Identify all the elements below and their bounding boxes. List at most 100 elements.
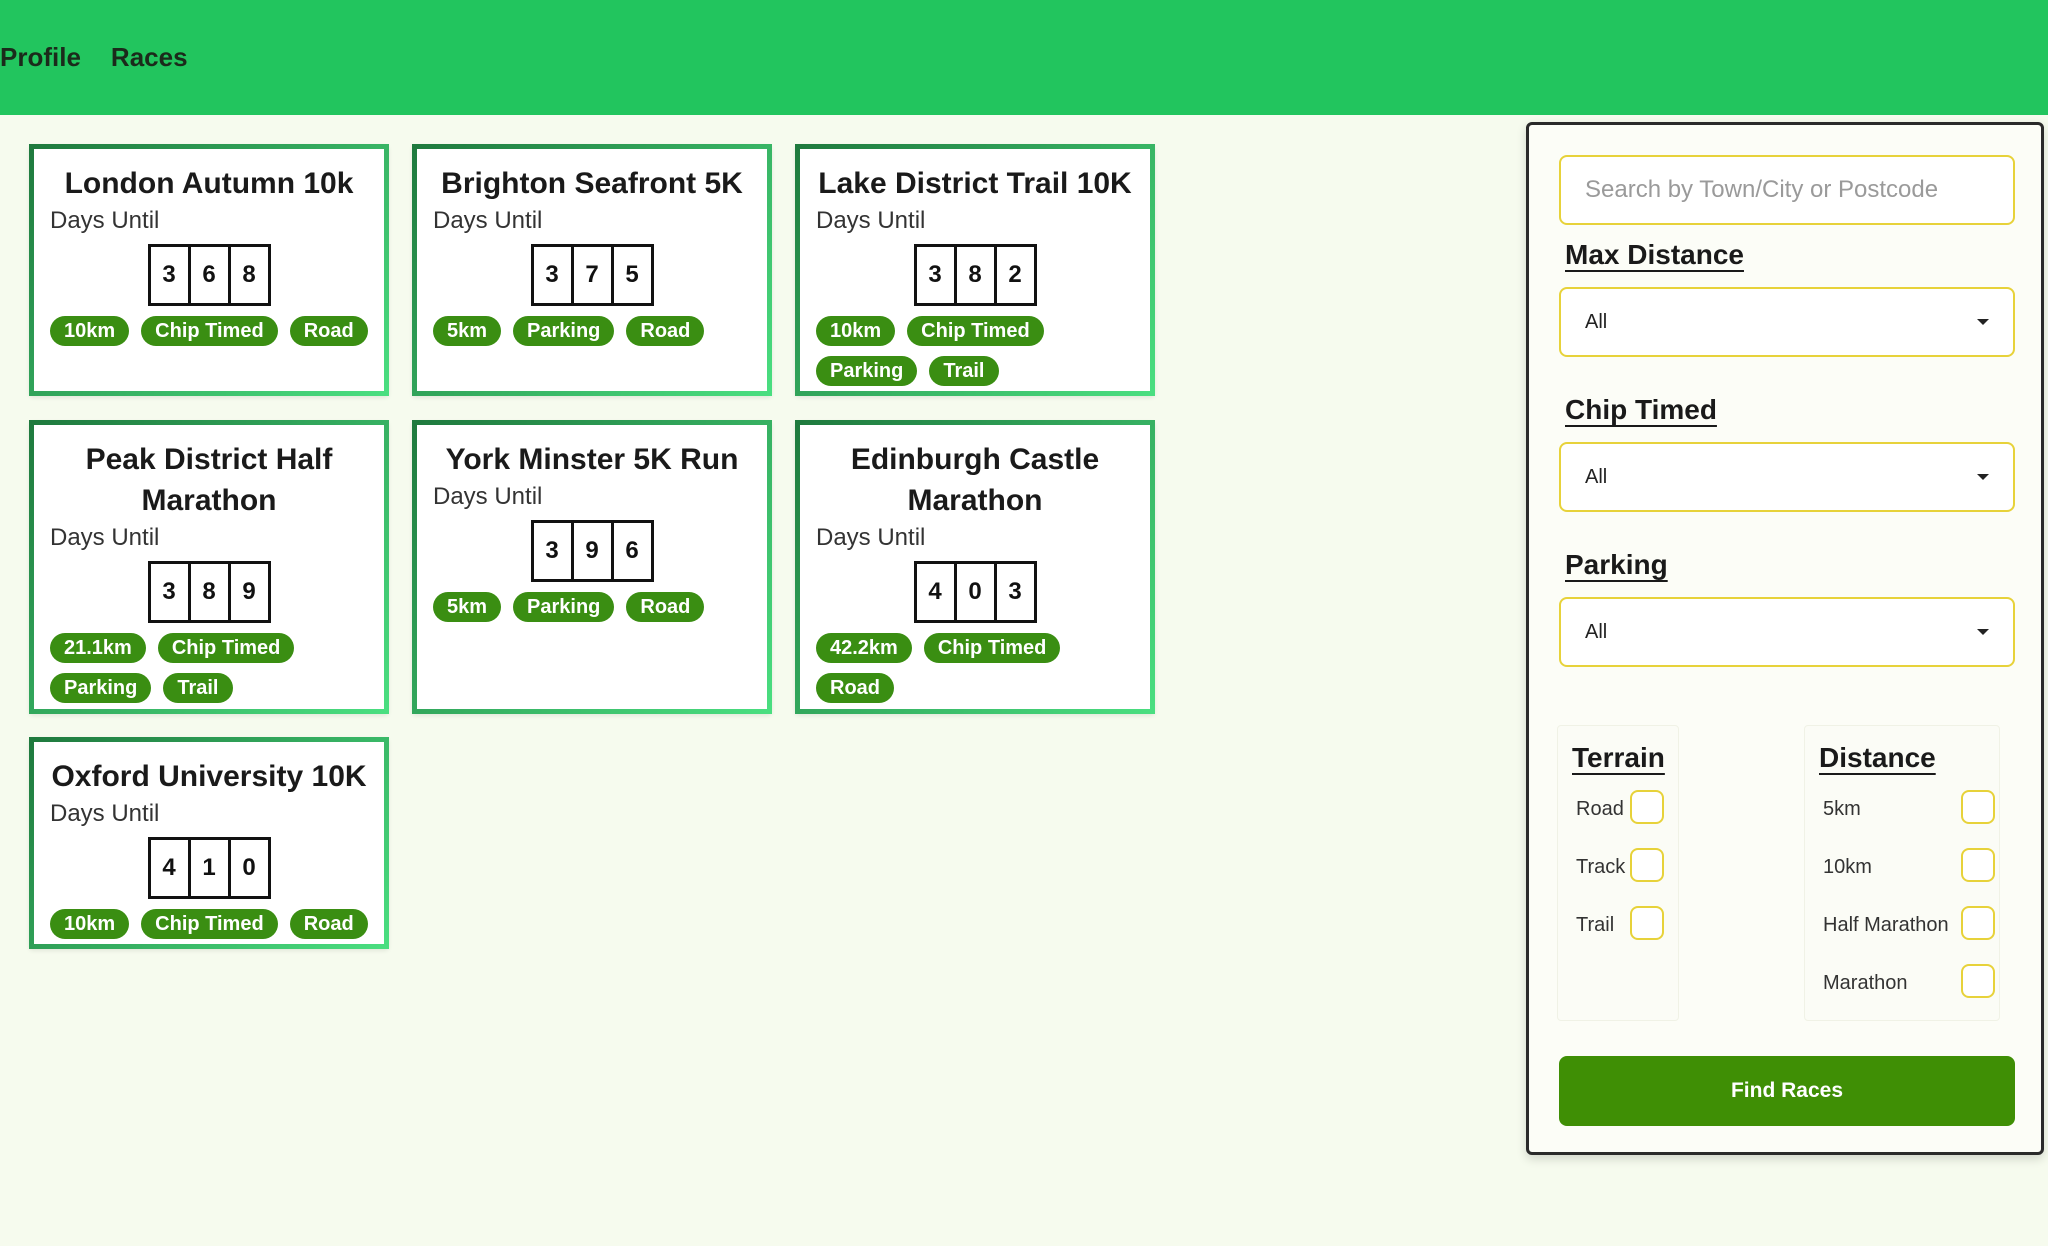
race-card[interactable]: Peak District Half Marathon Days Until 3 8 9… xyxy=(29,420,389,714)
countdown-digit: 8 xyxy=(227,244,271,306)
filter-sidebar: Max Distance All Chip Timed All Parking … xyxy=(1526,122,2044,1155)
countdown-digit: 8 xyxy=(187,561,231,623)
countdown-digit: 6 xyxy=(610,520,654,582)
chevron-down-icon xyxy=(1977,474,1989,480)
distance-filter-panel: Distance 5km 10km Half Marathon Marathon xyxy=(1804,725,2000,1021)
terrain-road-label: Road xyxy=(1576,798,1624,820)
terrain-track-label: Track xyxy=(1576,856,1626,878)
distance-10km-checkbox[interactable] xyxy=(1961,848,1995,882)
terrain-trail-checkbox[interactable] xyxy=(1630,906,1664,940)
race-card[interactable]: Lake District Trail 10K Days Until 3 8 2 10km… xyxy=(795,144,1155,396)
race-tag-badge: Trail xyxy=(163,673,233,703)
parking-value: All xyxy=(1585,620,1608,643)
nav-races-link[interactable]: Races xyxy=(111,42,188,73)
race-tag-badge: Parking xyxy=(513,592,615,622)
countdown-digit: 1 xyxy=(187,837,231,899)
parking-select[interactable]: All xyxy=(1559,597,2015,667)
race-tag-badge: 10km xyxy=(50,909,130,939)
race-tag-badge: Chip Timed xyxy=(141,316,278,346)
terrain-title: Terrain xyxy=(1572,742,1665,773)
race-tags: 10km Chip Timed Parking Trail xyxy=(816,316,1134,386)
race-title: Brighton Seafront 5K xyxy=(441,167,743,200)
countdown-digit: 3 xyxy=(913,244,957,306)
days-until-label: Days Until xyxy=(816,207,926,234)
race-title: Edinburgh Castle Marathon xyxy=(850,443,1100,517)
race-tag-badge: Parking xyxy=(513,316,615,346)
race-tags: 10km Chip Timed Road xyxy=(50,909,368,939)
race-tag-badge: 10km xyxy=(50,316,130,346)
race-tag-badge: 21.1km xyxy=(50,633,146,663)
race-tags: 21.1km Chip Timed Parking Trail xyxy=(50,633,368,703)
distance-half-marathon-checkbox[interactable] xyxy=(1961,906,1995,940)
days-until-label: Days Until xyxy=(433,207,543,234)
countdown-digit: 7 xyxy=(570,244,614,306)
countdown-digit: 0 xyxy=(953,561,997,623)
nav-profile-link[interactable]: Profile xyxy=(0,42,81,73)
race-tag-badge: 5km xyxy=(433,316,502,346)
terrain-trail-label: Trail xyxy=(1576,914,1615,936)
countdown-digit: 3 xyxy=(993,561,1037,623)
chevron-down-icon xyxy=(1977,629,1989,635)
days-until-label: Days Until xyxy=(50,800,160,827)
race-card[interactable]: Brighton Seafront 5K Days Until 3 7 5 5km Park… xyxy=(412,144,772,396)
distance-marathon-checkbox[interactable] xyxy=(1961,964,1995,998)
race-tag-badge: 10km xyxy=(816,316,896,346)
days-until-label: Days Until xyxy=(816,524,926,551)
distance-half-marathon-label: Half Marathon xyxy=(1823,914,1949,936)
race-title: York Minster 5K Run xyxy=(445,443,739,476)
distance-marathon-label: Marathon xyxy=(1823,972,1908,994)
distance-5km-label: 5km xyxy=(1823,798,1861,820)
chevron-down-icon xyxy=(1977,319,1989,325)
location-search-input[interactable] xyxy=(1559,155,2015,225)
race-tags: 5km Parking Road xyxy=(433,592,751,622)
days-until-label: Days Until xyxy=(50,207,160,234)
countdown-digit: 3 xyxy=(147,244,191,306)
days-countdown: 389 xyxy=(50,561,368,623)
countdown-digit: 9 xyxy=(227,561,271,623)
countdown-digit: 4 xyxy=(913,561,957,623)
countdown-digit: 3 xyxy=(147,561,191,623)
distance-title: Distance xyxy=(1819,742,1936,773)
race-tag-badge: Road xyxy=(816,673,894,703)
race-tag-badge: Parking xyxy=(816,356,918,386)
race-tag-badge: 5km xyxy=(433,592,502,622)
days-countdown: 368 xyxy=(50,244,368,306)
terrain-filter-panel: Terrain Road Track Trail xyxy=(1557,725,1679,1021)
race-tag-badge: Road xyxy=(289,316,368,346)
chip-timed-select[interactable]: All xyxy=(1559,442,2015,512)
countdown-digit: 3 xyxy=(530,520,574,582)
terrain-road-checkbox[interactable] xyxy=(1630,790,1664,824)
terrain-track-checkbox[interactable] xyxy=(1630,848,1664,882)
days-countdown: 382 xyxy=(816,244,1134,306)
distance-5km-checkbox[interactable] xyxy=(1961,790,1995,824)
find-races-button[interactable]: Find Races xyxy=(1559,1056,2015,1126)
days-countdown: 410 xyxy=(50,837,368,899)
race-title: Oxford University 10K xyxy=(51,760,367,793)
countdown-digit: 8 xyxy=(953,244,997,306)
days-until-label: Days Until xyxy=(433,483,543,510)
max-distance-select[interactable]: All xyxy=(1559,287,2015,357)
race-title: London Autumn 10k xyxy=(64,167,354,200)
countdown-digit: 2 xyxy=(993,244,1037,306)
race-card[interactable]: Edinburgh Castle Marathon Days Until 4 0 3 42… xyxy=(795,420,1155,714)
days-countdown: 396 xyxy=(433,520,751,582)
race-card[interactable]: London Autumn 10k Days Until 3 6 8 10km Chip T… xyxy=(29,144,389,396)
max-distance-value: All xyxy=(1585,310,1608,333)
countdown-digit: 5 xyxy=(610,244,654,306)
race-tag-badge: 42.2km xyxy=(816,633,912,663)
race-card[interactable]: Oxford University 10K Days Until 4 1 0 10km Ch… xyxy=(29,737,389,949)
chip-timed-value: All xyxy=(1585,465,1608,488)
race-title: Lake District Trail 10K xyxy=(818,167,1132,200)
race-tag-badge: Chip Timed xyxy=(923,633,1061,663)
race-tag-badge: Trail xyxy=(929,356,999,386)
race-tag-badge: Chip Timed xyxy=(907,316,1044,346)
race-card[interactable]: York Minster 5K Run Days Until 3 9 6 5km Parki… xyxy=(412,420,772,714)
countdown-digit: 6 xyxy=(187,244,231,306)
race-tags: 42.2km Chip Timed Road xyxy=(816,633,1134,703)
parking-label: Parking xyxy=(1565,549,1668,580)
countdown-digit: 9 xyxy=(570,520,614,582)
race-tag-badge: Chip Timed xyxy=(141,909,278,939)
chip-timed-label: Chip Timed xyxy=(1565,394,1717,425)
days-countdown: 375 xyxy=(433,244,751,306)
race-tags: 10km Chip Timed Road xyxy=(50,316,368,346)
